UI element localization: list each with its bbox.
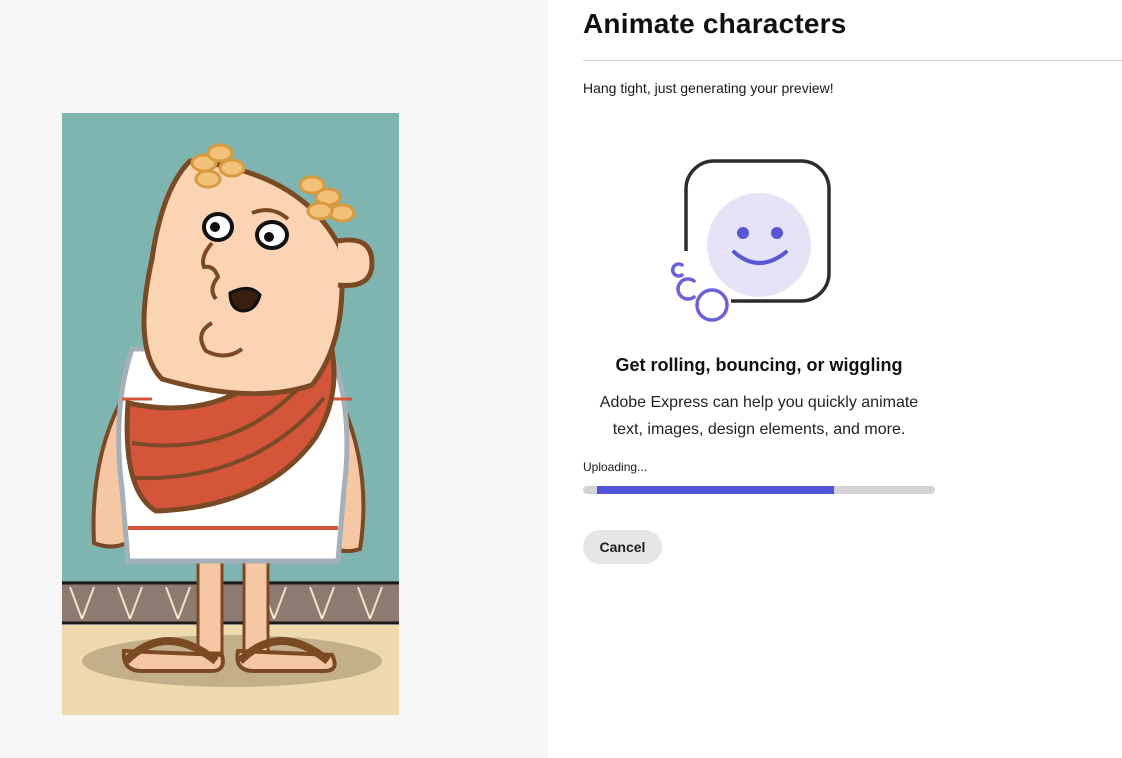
page-title: Animate characters	[583, 8, 847, 39]
promo-headline: Get rolling, bouncing, or wiggling	[615, 355, 903, 375]
roman-character-illustration	[62, 113, 399, 715]
preview-panel	[0, 0, 548, 758]
status-message: Hang tight, just generating your preview…	[583, 80, 834, 96]
upload-status-label: Uploading...	[583, 460, 648, 474]
upload-progress-bar	[583, 486, 935, 494]
smiley-face-icon	[671, 159, 831, 322]
upload-progress-fill	[597, 486, 834, 494]
character-preview-image	[62, 113, 399, 715]
title-divider	[583, 60, 1122, 61]
promo-description: Adobe Express can help you quickly anima…	[599, 394, 919, 438]
cancel-button[interactable]: Cancel	[583, 530, 662, 564]
animate-panel: Animate characters Hang tight, just gene…	[548, 0, 1122, 758]
